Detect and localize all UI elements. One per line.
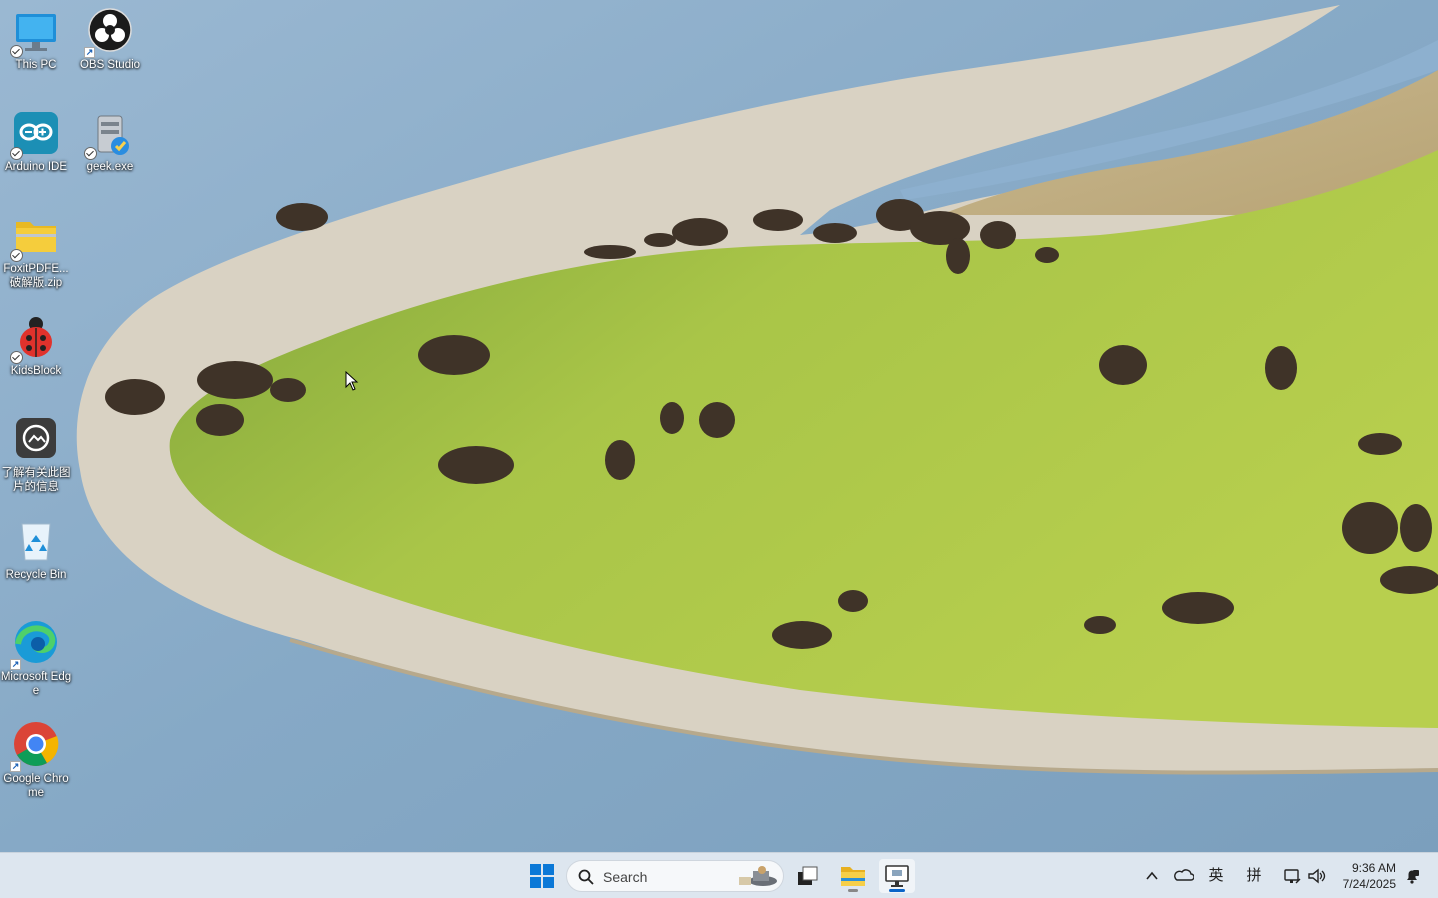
desktop-icon-google-chrome[interactable]: ↗ Google Chrome bbox=[0, 722, 72, 800]
desktop-icon-label: KidsBlock bbox=[10, 365, 62, 377]
chevron-up-icon bbox=[1146, 871, 1158, 880]
notification-button[interactable] bbox=[1402, 863, 1422, 889]
desktop-icon-obs-studio[interactable]: ↗ OBS Studio bbox=[74, 8, 146, 72]
desktop-icon-label: FoxitPDFE...破解版.zip bbox=[3, 263, 69, 289]
network-icon bbox=[1284, 869, 1301, 884]
volume-icon bbox=[1308, 868, 1326, 884]
task-view-icon bbox=[798, 866, 818, 885]
shortcut-arrow-icon: ↗ bbox=[10, 659, 21, 670]
sync-status-icon bbox=[10, 147, 23, 160]
start-button[interactable] bbox=[524, 859, 560, 893]
zip-folder-icon bbox=[10, 212, 60, 262]
remote-desktop-icon bbox=[885, 865, 909, 887]
onedrive-button[interactable] bbox=[1170, 863, 1198, 889]
windows-start-icon bbox=[530, 864, 554, 888]
desktop-wallpaper bbox=[0, 0, 1438, 852]
obs-icon: ↗ bbox=[84, 8, 134, 58]
notification-icon bbox=[1407, 870, 1419, 884]
show-hidden-icons-button[interactable] bbox=[1140, 863, 1164, 889]
search-input[interactable] bbox=[601, 867, 725, 887]
desktop-icon-recycle-bin[interactable]: Recycle Bin bbox=[0, 518, 72, 582]
edge-icon: ↗ bbox=[10, 620, 60, 670]
info-camera-icon bbox=[12, 416, 60, 464]
ime-mode-button[interactable]: 英 bbox=[1204, 863, 1228, 889]
desktop-icon-microsoft-edge[interactable]: ↗ Microsoft Edge bbox=[0, 620, 72, 698]
running-indicator bbox=[848, 889, 858, 892]
mouse-cursor bbox=[345, 370, 359, 396]
shortcut-arrow-icon: ↗ bbox=[84, 47, 95, 58]
active-indicator bbox=[889, 889, 905, 892]
onedrive-icon bbox=[1174, 869, 1195, 881]
geek-icon bbox=[84, 110, 134, 160]
sync-status-icon bbox=[10, 351, 23, 364]
ladybug-icon bbox=[10, 314, 60, 364]
search-highlight-icon bbox=[739, 866, 777, 886]
desktop-icon-label: Microsoft Edge bbox=[0, 671, 72, 697]
ime-layout-button[interactable]: 拼 bbox=[1242, 863, 1266, 889]
desktop-icon-label: 了解有关此图片的信息 bbox=[1, 467, 71, 493]
taskbar-remote-desktop[interactable] bbox=[879, 859, 915, 893]
desktop-icon-label: Recycle Bin bbox=[5, 569, 67, 581]
desktop-icon-label: Arduino IDE bbox=[4, 161, 67, 173]
file-explorer-icon bbox=[841, 867, 865, 886]
task-view-button[interactable] bbox=[790, 859, 826, 893]
desktop-icon-learn-about-picture[interactable]: 了解有关此图片的信息 bbox=[0, 416, 72, 494]
clock-time: 9:36 AM bbox=[1351, 861, 1396, 875]
desktop-icon-arduino-ide[interactable]: Arduino IDE bbox=[0, 110, 72, 174]
shortcut-arrow-icon: ↗ bbox=[10, 761, 21, 772]
recycle-bin-icon bbox=[12, 518, 60, 566]
clock-date: 7/24/2025 bbox=[1342, 877, 1396, 891]
sync-status-icon bbox=[10, 249, 23, 262]
desktop-icon-this-pc[interactable]: This PC bbox=[0, 8, 72, 72]
desktop-icon-kidsblock[interactable]: KidsBlock bbox=[0, 314, 72, 378]
chrome-icon: ↗ bbox=[10, 722, 60, 772]
desktop-icon-label: geek.exe bbox=[86, 161, 134, 173]
this-pc-icon bbox=[10, 8, 60, 58]
desktop-icon-geek-exe[interactable]: geek.exe bbox=[74, 110, 146, 174]
search-icon bbox=[578, 869, 594, 885]
desktop-icon-label: This PC bbox=[15, 59, 57, 71]
sync-status-icon bbox=[10, 45, 23, 58]
clock[interactable]: 9:36 AM 7/24/2025 bbox=[1343, 860, 1396, 892]
desktop-icon-label: Google Chrome bbox=[3, 773, 69, 799]
taskbar: 英 拼 9:36 AM 7/24/2025 bbox=[0, 852, 1438, 898]
desktop-icon-foxit-zip[interactable]: FoxitPDFE...破解版.zip bbox=[0, 212, 72, 290]
taskbar-search[interactable] bbox=[566, 860, 784, 892]
arduino-icon bbox=[10, 110, 60, 160]
sync-status-icon bbox=[84, 147, 97, 160]
desktop-icon-label: OBS Studio bbox=[79, 59, 141, 71]
network-volume-button[interactable] bbox=[1280, 863, 1328, 889]
taskbar-file-explorer[interactable] bbox=[835, 859, 871, 893]
